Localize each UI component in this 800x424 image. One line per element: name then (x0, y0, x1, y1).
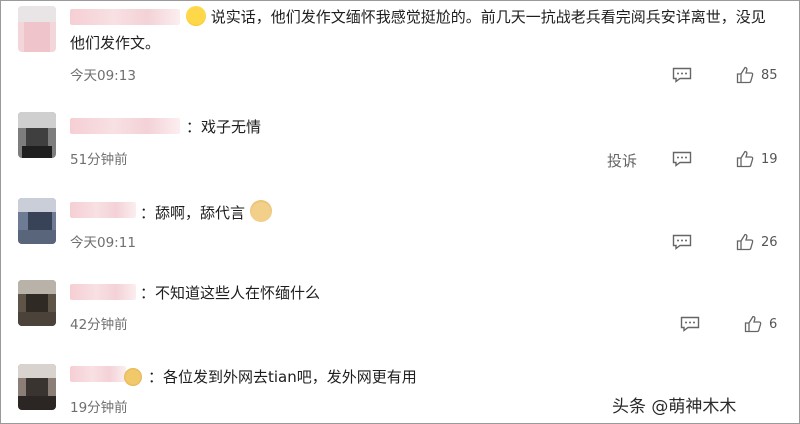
avatar[interactable] (18, 6, 56, 52)
avatar[interactable] (18, 364, 56, 410)
watermark: 头条 @萌神木木 (612, 397, 737, 417)
reply-icon[interactable] (672, 67, 692, 83)
like-count: 26 (761, 235, 778, 250)
like-thumbs-up-icon[interactable] (736, 233, 754, 251)
badge-emoji-icon (124, 368, 142, 386)
username-blurred[interactable] (70, 9, 180, 25)
like-count: 85 (761, 68, 778, 83)
avatar[interactable] (18, 112, 56, 158)
username-blurred[interactable] (70, 366, 126, 382)
comment-text-line2: 他们发作文。 (70, 34, 161, 52)
reply-icon[interactable] (680, 316, 700, 332)
avatar[interactable] (18, 198, 56, 244)
comment-time: 42分钟前 (70, 317, 128, 333)
like-count: 6 (769, 317, 778, 332)
comment-text: ：戏子无情 (186, 118, 262, 136)
like-thumbs-up-icon[interactable] (736, 150, 754, 168)
reply-icon[interactable] (672, 234, 692, 250)
like-count: 19 (761, 152, 778, 167)
like-thumbs-up-icon[interactable] (736, 66, 754, 84)
report-button[interactable]: 投诉 (607, 150, 637, 171)
avatar[interactable] (18, 280, 56, 326)
like-thumbs-up-icon[interactable] (744, 315, 762, 333)
username-blurred[interactable] (70, 202, 136, 218)
laughing-crying-emoji-icon (186, 6, 206, 26)
comment-time: 今天09:11 (70, 235, 136, 251)
doge-emoji-icon (249, 200, 272, 222)
reply-icon[interactable] (672, 151, 692, 167)
comment-text: ：各位发到外网去tian吧，发外网更有用 (148, 368, 417, 386)
username-blurred[interactable] (70, 118, 180, 134)
comment-text-line1: 说实话，他们发作文缅怀我感觉挺尬的。前几天一抗战老兵看完阅兵安详离世，没见 (186, 6, 766, 28)
comment-time: 今天09:13 (70, 68, 136, 84)
username-blurred[interactable] (70, 284, 136, 300)
comment-text: ：不知道这些人在怀缅什么 (140, 284, 321, 302)
comment-text: ：舔啊，舔代言 (140, 200, 272, 224)
comment-time: 19分钟前 (70, 400, 128, 416)
comment-time: 51分钟前 (70, 152, 128, 168)
